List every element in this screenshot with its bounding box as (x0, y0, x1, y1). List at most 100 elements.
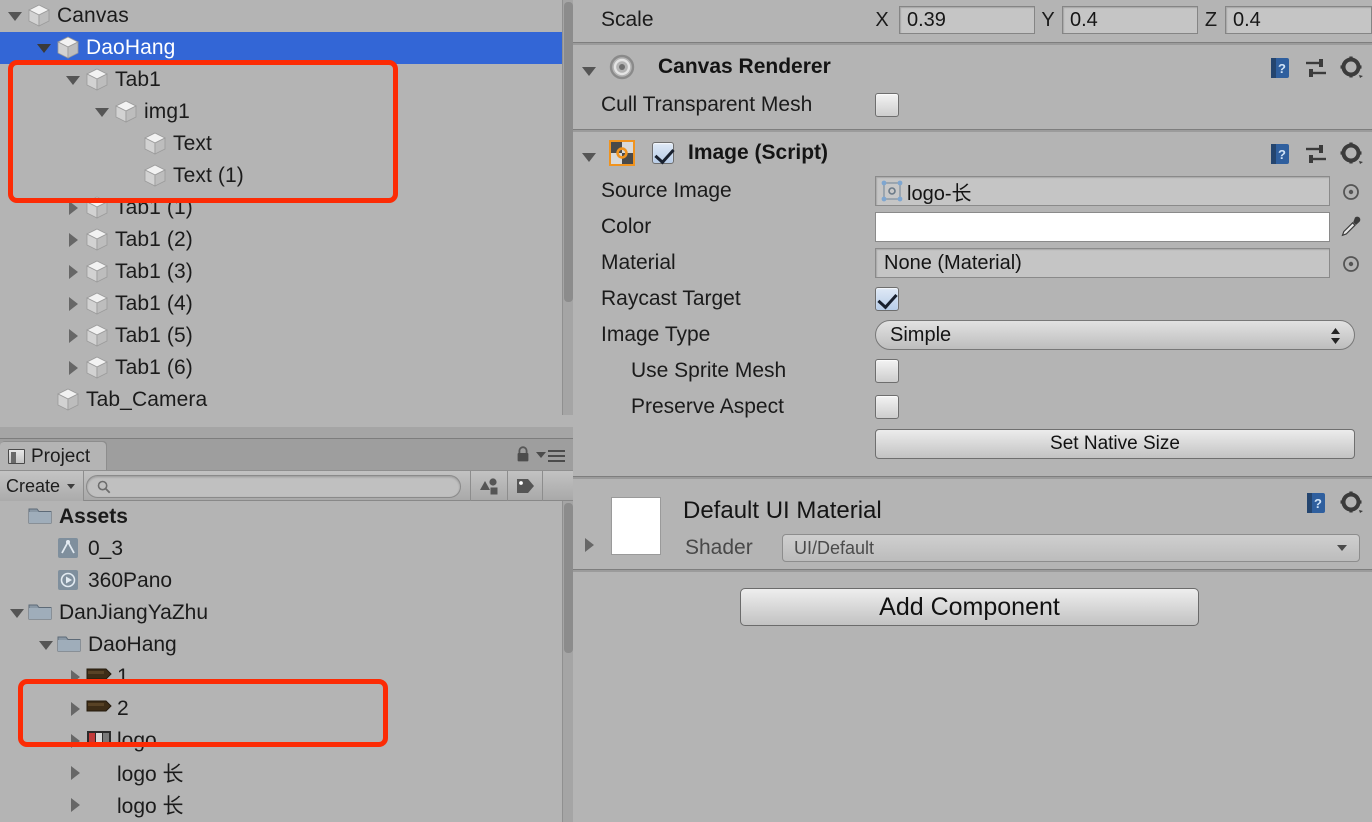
chevron-down-icon[interactable] (6, 0, 26, 32)
chevron-right-icon[interactable] (66, 725, 86, 757)
chevron-right-icon[interactable] (66, 757, 86, 789)
preset-icon[interactable] (1304, 143, 1328, 170)
hierarchy-item-tab-camera[interactable]: Tab_Camera (0, 384, 573, 416)
source-image-row: Source Image logo-长 (573, 173, 1372, 209)
chevron-right-icon[interactable] (66, 789, 86, 821)
project-item[interactable]: 2 (0, 693, 573, 725)
chevron-right-icon[interactable] (66, 693, 86, 725)
lock-icon[interactable] (515, 446, 531, 463)
filter-by-label-icon[interactable] (507, 471, 543, 501)
add-component-button[interactable]: Add Component (740, 588, 1199, 626)
hierarchy-item-tab1-4[interactable]: Tab1 (4) (0, 288, 573, 320)
gameobject-cube-icon (142, 131, 168, 157)
gear-icon[interactable] (1340, 491, 1364, 520)
material-field[interactable]: None (Material) (875, 248, 1330, 278)
hierarchy-item-tab1-3[interactable]: Tab1 (3) (0, 256, 573, 288)
chevron-right-icon[interactable] (64, 224, 84, 256)
hierarchy-item-daohang[interactable]: DaoHang (0, 32, 573, 64)
gear-icon[interactable] (1340, 142, 1364, 171)
chevron-right-icon[interactable] (64, 288, 84, 320)
gameobject-cube-icon (55, 387, 81, 413)
hierarchy-item-label: Text (173, 132, 212, 155)
project-item[interactable]: logo (0, 725, 573, 757)
hierarchy-scrollbar[interactable] (562, 0, 573, 415)
project-item[interactable]: DaoHang (0, 629, 573, 661)
chevron-down-icon (1337, 545, 1347, 551)
search-field[interactable] (86, 475, 461, 498)
hierarchy-item-text-1[interactable]: Text (1) (0, 160, 573, 192)
hierarchy-item-tab1[interactable]: Tab1 (0, 64, 573, 96)
hierarchy-item-tab1-2[interactable]: Tab1 (2) (0, 224, 573, 256)
chevron-down-icon[interactable] (580, 55, 600, 79)
object-picker-icon[interactable] (1341, 254, 1361, 279)
color-swatch[interactable] (875, 212, 1330, 242)
search-input[interactable] (117, 478, 447, 495)
gameobject-cube-icon (84, 323, 110, 349)
project-asset-tree[interactable]: Assets 0_3 360Pano DanJiangYaZhu DaoHang 1 2 lo… (0, 501, 573, 822)
project-item[interactable]: 0_3 (0, 533, 573, 565)
chevron-down-icon[interactable] (37, 629, 57, 661)
preset-icon[interactable] (1304, 57, 1328, 84)
set-native-size-label: Set Native Size (1050, 433, 1180, 454)
hierarchy-item-tab1-5[interactable]: Tab1 (5) (0, 320, 573, 352)
help-icon[interactable]: ? (1268, 142, 1292, 171)
object-picker-icon[interactable] (1341, 182, 1361, 207)
hierarchy-item-tab1-1[interactable]: Tab1 (1) (0, 192, 573, 224)
image-script-header[interactable]: Image (Script) ? (573, 133, 1372, 173)
panel-menu-icon[interactable] (536, 450, 565, 462)
image-type-dropdown[interactable]: Simple (875, 320, 1355, 350)
chevron-right-icon[interactable] (64, 192, 84, 224)
chevron-right-icon[interactable] (64, 256, 84, 288)
hierarchy-hscrollbar[interactable] (0, 427, 573, 438)
chevron-down-icon (67, 483, 76, 489)
hierarchy-panel[interactable]: Canvas DaoHang Tab1 img1 Text Text (1) Tab1 (1… (0, 0, 573, 438)
gear-icon[interactable] (1340, 56, 1364, 85)
shader-dropdown[interactable]: UI/Default (782, 534, 1360, 562)
project-item[interactable]: 1 (0, 661, 573, 693)
scale-row: Scale X 0.39 Y 0.4 Z 0.4 (573, 0, 1372, 40)
project-item[interactable]: Assets (0, 501, 573, 533)
set-native-size-button[interactable]: Set Native Size (875, 429, 1355, 459)
project-item-label: logo 长 (117, 763, 184, 786)
create-button[interactable]: Create (0, 471, 85, 501)
scale-z-input[interactable]: 0.4 (1225, 6, 1372, 34)
hierarchy-item-img1[interactable]: img1 (0, 96, 573, 128)
color-label: Color (601, 215, 652, 238)
chevron-down-icon[interactable] (8, 597, 28, 629)
filter-by-type-icon[interactable] (470, 471, 506, 501)
chevron-right-icon[interactable] (66, 661, 86, 693)
raycast-target-checkbox[interactable] (875, 287, 899, 311)
project-item[interactable]: logo 长 (0, 757, 573, 789)
preserve-aspect-row: Preserve Aspect (573, 389, 1372, 425)
project-item[interactable]: DanJiangYaZhu (0, 597, 573, 629)
chevron-right-icon[interactable] (580, 529, 600, 561)
project-item[interactable]: logo 长 (0, 789, 573, 821)
help-icon[interactable]: ? (1268, 56, 1292, 85)
hierarchy-item-tab1-6[interactable]: Tab1 (6) (0, 352, 573, 384)
tab-project[interactable]: Project (0, 442, 107, 471)
help-icon[interactable]: ? (1304, 491, 1328, 520)
preserve-aspect-checkbox[interactable] (875, 395, 899, 419)
canvas-renderer-header[interactable]: Canvas Renderer ? (573, 47, 1372, 87)
hierarchy-item-text[interactable]: Text (0, 128, 573, 160)
scale-y-input[interactable]: 0.4 (1062, 6, 1198, 34)
eyedropper-icon[interactable] (1339, 215, 1363, 244)
chevron-down-icon[interactable] (35, 32, 55, 64)
chevron-down-icon[interactable] (580, 141, 600, 165)
project-scrollbar[interactable] (562, 501, 573, 822)
chevron-down-icon[interactable] (64, 64, 84, 96)
scale-z-axis-label: Z (1204, 8, 1218, 31)
chevron-right-icon[interactable] (64, 320, 84, 352)
cull-transparent-mesh-checkbox[interactable] (875, 93, 899, 117)
source-image-field[interactable]: logo-长 (875, 176, 1330, 206)
image-enabled-checkbox[interactable] (652, 142, 674, 164)
chevron-right-icon[interactable] (64, 352, 84, 384)
project-item[interactable]: 360Pano (0, 565, 573, 597)
gameobject-cube-icon (113, 99, 139, 125)
hierarchy-item-canvas[interactable]: Canvas (0, 0, 573, 32)
use-sprite-mesh-checkbox[interactable] (875, 359, 899, 383)
chevron-down-icon[interactable] (93, 96, 113, 128)
search-icon (97, 480, 111, 494)
scale-x-input[interactable]: 0.39 (899, 6, 1035, 34)
color-row: Color (573, 209, 1372, 245)
